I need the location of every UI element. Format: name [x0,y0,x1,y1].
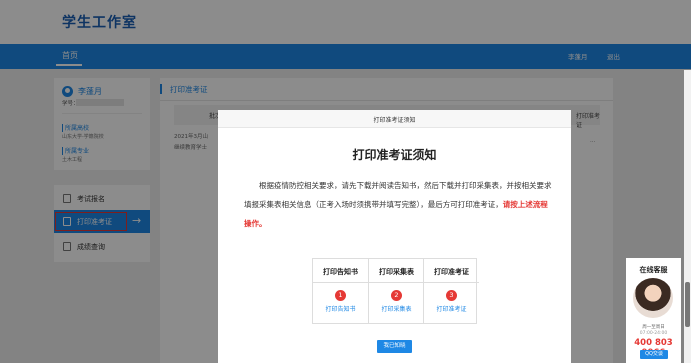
steps-table: 打印告知书 1 打印告知书 打印采集表 2 打印采集表 打印准考证 3 打印准考… [312,258,479,324]
step-header: 打印采集表 [369,259,424,283]
print-notice-link[interactable]: 打印告知书 [313,304,368,313]
step-header: 打印告知书 [313,259,368,283]
step-number-badge: 2 [391,290,402,301]
qq-chat-button[interactable]: QQ交谈 [640,350,668,359]
step-column: 打印准考证 3 打印准考证 [423,259,479,323]
step-header: 打印准考证 [424,259,479,283]
support-hours-label: 周一至周日 [642,325,665,330]
modal-header-title: 打印准考证须知 [373,117,416,124]
scrollbar-thumb[interactable] [685,282,690,327]
print-form-link[interactable]: 打印采集表 [369,304,424,313]
step-column: 打印告知书 1 打印告知书 [313,259,368,323]
acknowledge-button[interactable]: 我已知晓 [377,340,412,353]
modal-title: 打印准考证须知 [352,148,437,162]
online-support-widget: 在线客服 周一至周日 07:00-24:00 400 803 9966 QQ交谈 [626,258,681,363]
print-admission-ticket-link[interactable]: 打印准考证 [424,304,479,313]
step-number-badge: 1 [335,290,346,301]
step-column: 打印采集表 2 打印采集表 [368,259,424,323]
modal-header: 打印准考证须知 [218,110,571,128]
step-number-badge: 3 [446,290,457,301]
modal-instructions: 根据疫情防控相关要求，请先下载并阅读告知书，然后下载并打印采集表，并按相关要求填… [244,176,552,233]
notice-modal: 打印准考证须知 打印准考证须知 根据疫情防控相关要求，请先下载并阅读告知书，然后… [218,110,571,363]
support-agent-avatar [633,278,673,318]
support-title: 在线客服 [639,266,668,274]
support-hours: 07:00-24:00 [639,331,668,336]
